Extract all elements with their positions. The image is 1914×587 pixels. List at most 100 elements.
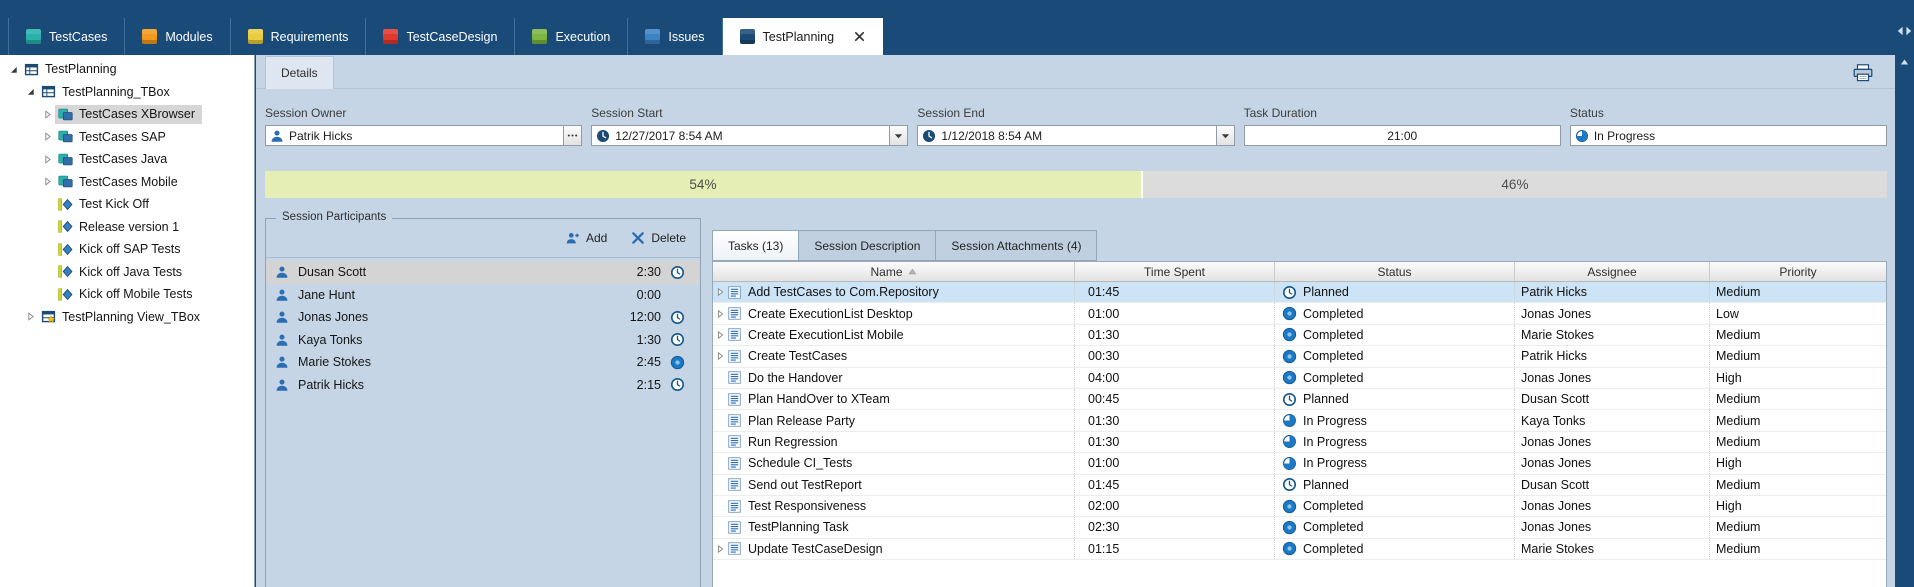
task-status: Planned [1303, 285, 1349, 299]
session-start-input[interactable]: 12/27/2017 8:54 AM [591, 125, 908, 146]
close-icon[interactable] [854, 31, 865, 42]
tab-tasks-13[interactable]: Tasks (13) [712, 230, 798, 261]
participant-row-jonas-jones[interactable]: Jonas Jones12:00 [266, 306, 700, 329]
tab-scroll-right-icon[interactable] [1905, 26, 1913, 36]
task-time-spent: 02:30 [1088, 520, 1119, 534]
expand-task-icon[interactable] [714, 329, 726, 341]
tree-item-testcases-sap[interactable]: TestCases SAP [0, 126, 254, 149]
tab-execution[interactable]: Execution [515, 18, 628, 55]
expanded-expander-icon[interactable] [23, 84, 38, 99]
expand-task-icon[interactable] [714, 350, 726, 362]
navigation-tree-panel: TestPlanning TestPlanning_TBoxTestCases X… [0, 55, 255, 587]
scroll-up-icon[interactable] [1900, 58, 1909, 66]
session-owner-input[interactable]: Patrik Hicks [265, 125, 582, 146]
column-header-time-spent[interactable]: Time Spent [1075, 262, 1275, 281]
tab-requirements[interactable]: Requirements [231, 18, 367, 55]
session-end-dropdown-button[interactable] [1216, 126, 1234, 145]
session-end-input[interactable]: 1/12/2018 8:54 AM [917, 125, 1234, 146]
task-expander-cell [713, 303, 745, 323]
tab-scroll-left-icon[interactable] [1896, 26, 1904, 36]
collapsed-expander-icon[interactable] [23, 309, 38, 324]
column-header-name[interactable]: Name [713, 262, 1075, 281]
task-name-cell: Send out TestReport [745, 475, 1075, 495]
tab-testcasedesign[interactable]: TestCaseDesign [366, 18, 515, 55]
task-row-create-testcases[interactable]: Create TestCases00:30CompletedPatrik Hic… [713, 346, 1886, 367]
details-header-row: Details [256, 55, 1895, 89]
column-header-assignee[interactable]: Assignee [1515, 262, 1710, 281]
tab-issues[interactable]: Issues [628, 18, 722, 55]
main-tab-bar: TestCasesModulesRequirements TestCaseDesi… [0, 0, 1895, 55]
task-row-schedule-ci-tests[interactable]: Schedule CI_Tests01:00In ProgressJonas J… [713, 453, 1886, 474]
delete-participant-button[interactable]: Delete [631, 231, 686, 245]
participant-row-marie-stokes[interactable]: Marie Stokes2:45 [266, 351, 700, 374]
expand-task-icon[interactable] [714, 308, 726, 320]
task-status: Completed [1303, 371, 1363, 385]
tab-session-description[interactable]: Session Description [798, 230, 935, 261]
task-row-update-testcasedesign[interactable]: Update TestCaseDesign01:15CompletedMarie… [713, 539, 1886, 560]
tree-item-testplanning[interactable]: TestPlanning [0, 58, 254, 81]
tree-item-test-kick-off[interactable]: Test Kick Off [0, 193, 254, 216]
task-row-add-testcases-to-com-repository[interactable]: Add TestCases to Com.Repository01:45Plan… [713, 282, 1886, 303]
tree-item-label: Kick off Java Tests [79, 265, 182, 279]
tab-testplanning[interactable]: TestPlanning [723, 18, 884, 55]
task-row-plan-handover-to-xteam[interactable]: Plan HandOver to XTeam00:45PlannedDusan … [713, 389, 1886, 410]
participant-row-dusan-scott[interactable]: Dusan Scott2:30 [266, 261, 700, 284]
completed-icon [1282, 499, 1297, 514]
column-header-priority[interactable]: Priority [1710, 262, 1886, 281]
session-owner-browse-button[interactable] [563, 126, 581, 145]
task-row-testplanning-task[interactable]: TestPlanning Task02:30CompletedJonas Jon… [713, 517, 1886, 538]
task-status: Planned [1303, 478, 1349, 492]
tree-item-kick-off-mobile-tests[interactable]: Kick off Mobile Tests [0, 283, 254, 306]
participant-row-patrik-hicks[interactable]: Patrik Hicks2:15 [266, 374, 700, 397]
status-input[interactable]: In Progress [1570, 125, 1887, 146]
expanded-expander-icon[interactable] [6, 62, 21, 77]
participant-row-kaya-tonks[interactable]: Kaya Tonks1:30 [266, 329, 700, 352]
task-row-run-regression[interactable]: Run Regression01:30In ProgressJonas Jone… [713, 432, 1886, 453]
task-expander-cell [713, 539, 745, 559]
collapsed-expander-icon[interactable] [40, 174, 55, 189]
clock-icon [670, 265, 685, 280]
tree-item-testcases-mobile[interactable]: TestCases Mobile [0, 171, 254, 194]
expander-spacer [714, 457, 726, 469]
tree-item-testplanning-tbox[interactable]: TestPlanning_TBox [0, 81, 254, 104]
tree-item-label: TestPlanning [45, 62, 117, 76]
task-row-test-responsiveness[interactable]: Test Responsiveness02:00CompletedJonas J… [713, 496, 1886, 517]
tree-item-testcases-java[interactable]: TestCases Java [0, 148, 254, 171]
task-priority: Medium [1716, 520, 1760, 534]
tree-item-testplanning-view-tbox[interactable]: TestPlanning View_TBox [0, 306, 254, 329]
tab-testcases[interactable]: TestCases [8, 18, 125, 55]
print-icon[interactable] [1853, 64, 1873, 82]
expand-task-icon[interactable] [714, 543, 726, 555]
column-header-status[interactable]: Status [1275, 262, 1515, 281]
task-assignee: Jonas Jones [1521, 456, 1591, 470]
collapsed-expander-icon[interactable] [40, 129, 55, 144]
task-row-plan-release-party[interactable]: Plan Release Party01:30In ProgressKaya T… [713, 410, 1886, 431]
task-row-create-executionlist-mobile[interactable]: Create ExecutionList Mobile01:30Complete… [713, 325, 1886, 346]
collapsed-expander-icon[interactable] [40, 152, 55, 167]
tree-item-testcases-xbrowser[interactable]: TestCases XBrowser [0, 103, 254, 126]
tree-item-kick-off-sap-tests[interactable]: Kick off SAP Tests [0, 238, 254, 261]
expand-task-icon[interactable] [714, 286, 726, 298]
progress-remaining-segment: 46% [1143, 171, 1887, 198]
tree-item-kick-off-java-tests[interactable]: Kick off Java Tests [0, 261, 254, 284]
inprogress-icon [1282, 413, 1297, 428]
task-time-spent-cell: 00:30 [1075, 346, 1275, 366]
session-start-dropdown-button[interactable] [889, 126, 907, 145]
tree-item-release-version-1[interactable]: Release version 1 [0, 216, 254, 239]
task-row-create-executionlist-desktop[interactable]: Create ExecutionList Desktop01:00Complet… [713, 303, 1886, 324]
task-duration-input[interactable]: 21:00 [1244, 125, 1561, 146]
task-priority-cell: High [1710, 453, 1886, 473]
tab-modules[interactable]: Modules [125, 18, 230, 55]
collapsed-expander-icon[interactable] [40, 107, 55, 122]
tab-details[interactable]: Details [265, 56, 334, 89]
tab-session-attachments-4[interactable]: Session Attachments (4) [935, 230, 1097, 261]
participant-row-jane-hunt[interactable]: Jane Hunt0:00 [266, 284, 700, 307]
tab-label: TestCaseDesign [406, 30, 497, 44]
tree-item-content: Test Kick Off [55, 195, 156, 214]
add-participant-button[interactable]: Add [566, 231, 607, 245]
task-row-do-the-handover[interactable]: Do the Handover04:00CompletedJonas Jones… [713, 368, 1886, 389]
task-expander-cell [713, 346, 745, 366]
task-row-send-out-testreport[interactable]: Send out TestReport01:45PlannedDusan Sco… [713, 475, 1886, 496]
task-assignee: Patrik Hicks [1521, 349, 1587, 363]
task-time-spent: 01:45 [1088, 285, 1119, 299]
